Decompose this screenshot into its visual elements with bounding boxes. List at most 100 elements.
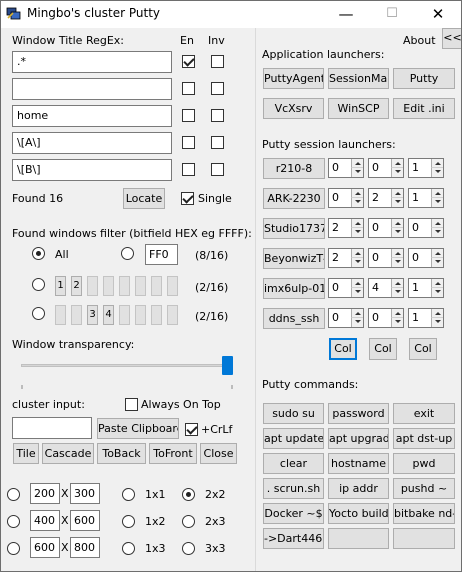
grid-radio-1x1[interactable] bbox=[122, 488, 135, 501]
session-spin-2[interactable]: 0 bbox=[368, 218, 404, 238]
spin-up-icon[interactable] bbox=[391, 249, 403, 258]
filter-hex-radio[interactable] bbox=[121, 247, 134, 260]
spin-down-icon[interactable] bbox=[351, 168, 363, 177]
about-link[interactable]: About bbox=[403, 34, 436, 47]
filter-row3-radio[interactable] bbox=[32, 307, 45, 320]
size-width-input-2[interactable]: 400 bbox=[30, 510, 60, 531]
col-button-2[interactable]: Col bbox=[369, 338, 397, 360]
filter-slot[interactable] bbox=[135, 276, 146, 296]
winscp-button[interactable]: WinSCP bbox=[328, 98, 389, 119]
spin-up-icon[interactable] bbox=[431, 249, 443, 258]
grid-radio-1x3[interactable] bbox=[122, 542, 135, 555]
grid-radio-3x3[interactable] bbox=[182, 542, 195, 555]
size-width-input-1[interactable]: 200 bbox=[30, 483, 60, 504]
session-spin-1[interactable]: 0 bbox=[328, 278, 364, 298]
cmd-empty-button[interactable] bbox=[393, 528, 455, 549]
session-spin-1[interactable]: 2 bbox=[328, 248, 364, 268]
grid-radio-2x2[interactable] bbox=[182, 488, 195, 501]
cmd-scrun-button[interactable]: . scrun.sh bbox=[263, 478, 324, 499]
spin-up-icon[interactable] bbox=[351, 249, 363, 258]
spin-down-icon[interactable] bbox=[351, 228, 363, 237]
cmd-bitbake-button[interactable]: bitbake nd-r bbox=[393, 503, 455, 524]
filter-slot[interactable] bbox=[55, 305, 66, 325]
spin-up-icon[interactable] bbox=[391, 219, 403, 228]
filter-all-radio[interactable] bbox=[32, 247, 45, 260]
cmd-password-button[interactable]: password bbox=[328, 403, 389, 424]
transparency-slider-thumb[interactable] bbox=[222, 356, 233, 375]
regex-inv-checkbox-1[interactable] bbox=[211, 55, 224, 68]
spin-down-icon[interactable] bbox=[391, 258, 403, 267]
regex-input-4[interactable]: \[A\] bbox=[12, 132, 172, 154]
maximize-button[interactable]: ☐ bbox=[369, 1, 415, 28]
regex-input-2[interactable] bbox=[12, 78, 172, 100]
spin-down-icon[interactable] bbox=[391, 168, 403, 177]
filter-row2-radio[interactable] bbox=[32, 278, 45, 291]
filter-slot[interactable] bbox=[119, 305, 130, 325]
spin-down-icon[interactable] bbox=[431, 198, 443, 207]
spin-up-icon[interactable] bbox=[431, 189, 443, 198]
grid-radio-2x3[interactable] bbox=[182, 515, 195, 528]
regex-inv-checkbox-4[interactable] bbox=[211, 136, 224, 149]
single-checkbox[interactable] bbox=[181, 192, 194, 205]
size-height-input-1[interactable]: 300 bbox=[70, 483, 100, 504]
size-radio-2[interactable] bbox=[7, 515, 20, 528]
regex-inv-checkbox-2[interactable] bbox=[211, 82, 224, 95]
cmd-ip-addr-button[interactable]: ip addr bbox=[328, 478, 389, 499]
spin-up-icon[interactable] bbox=[431, 309, 443, 318]
filter-slot[interactable]: 3 bbox=[87, 305, 98, 325]
vcxsrv-button[interactable]: VcXsrv bbox=[263, 98, 324, 119]
edit-ini-button[interactable]: Edit .ini bbox=[393, 98, 455, 119]
session-spin-3[interactable]: 1 bbox=[408, 158, 444, 178]
regex-en-checkbox-2[interactable] bbox=[182, 82, 195, 95]
spin-down-icon[interactable] bbox=[391, 288, 403, 297]
close-window-button[interactable]: ✕ bbox=[415, 1, 461, 28]
filter-slot[interactable] bbox=[167, 305, 178, 325]
crlf-checkbox[interactable] bbox=[185, 423, 198, 436]
regex-en-checkbox-4[interactable] bbox=[182, 136, 195, 149]
cmd-pushd-button[interactable]: pushd ~ bbox=[393, 478, 455, 499]
cmd-empty-button[interactable] bbox=[328, 528, 389, 549]
session-spin-3[interactable]: 1 bbox=[408, 308, 444, 328]
cmd-clear-button[interactable]: clear bbox=[263, 453, 324, 474]
filter-slot[interactable] bbox=[103, 276, 114, 296]
filter-slot[interactable] bbox=[71, 305, 82, 325]
cmd-apt-update-button[interactable]: apt update bbox=[263, 428, 324, 449]
spin-up-icon[interactable] bbox=[391, 309, 403, 318]
spin-up-icon[interactable] bbox=[391, 159, 403, 168]
size-radio-1[interactable] bbox=[7, 488, 20, 501]
filter-slot[interactable] bbox=[151, 276, 162, 296]
size-radio-3[interactable] bbox=[7, 542, 20, 555]
collapse-button[interactable]: << bbox=[442, 28, 461, 49]
regex-inv-checkbox-3[interactable] bbox=[211, 109, 224, 122]
session-spin-1[interactable]: 0 bbox=[328, 188, 364, 208]
putty-button[interactable]: Putty bbox=[393, 68, 455, 89]
cluster-input-field[interactable] bbox=[12, 417, 92, 439]
session-spin-2[interactable]: 2 bbox=[368, 188, 404, 208]
filter-slot[interactable] bbox=[135, 305, 146, 325]
session-spin-1[interactable]: 0 bbox=[328, 158, 364, 178]
locate-button[interactable]: Locate bbox=[123, 188, 165, 209]
filter-slot[interactable]: 4 bbox=[103, 305, 114, 325]
tile-button[interactable]: Tile bbox=[13, 443, 39, 464]
col-button-1[interactable]: Col bbox=[329, 338, 357, 360]
filter-slot[interactable]: 2 bbox=[71, 276, 82, 296]
spin-down-icon[interactable] bbox=[351, 318, 363, 327]
filter-slot[interactable]: 1 bbox=[55, 276, 66, 296]
spin-down-icon[interactable] bbox=[431, 318, 443, 327]
spin-up-icon[interactable] bbox=[431, 159, 443, 168]
paste-clipboard-button[interactable]: Paste Clipboard bbox=[97, 418, 179, 439]
session-button-ark-2230[interactable]: ARK-2230 bbox=[263, 188, 325, 209]
regex-input-5[interactable]: \[B\] bbox=[12, 159, 172, 181]
regex-en-checkbox-3[interactable] bbox=[182, 109, 195, 122]
session-spin-2[interactable]: 0 bbox=[368, 158, 404, 178]
spin-down-icon[interactable] bbox=[351, 288, 363, 297]
session-button-r210-8[interactable]: r210-8 bbox=[263, 158, 325, 179]
session-spin-1[interactable]: 0 bbox=[328, 308, 364, 328]
cmd-pwd-button[interactable]: pwd bbox=[393, 453, 455, 474]
filter-slot[interactable] bbox=[87, 276, 98, 296]
session-spin-2[interactable]: 4 bbox=[368, 278, 404, 298]
spin-up-icon[interactable] bbox=[351, 309, 363, 318]
spin-down-icon[interactable] bbox=[391, 198, 403, 207]
regex-en-checkbox-5[interactable] bbox=[182, 163, 195, 176]
spin-up-icon[interactable] bbox=[351, 219, 363, 228]
